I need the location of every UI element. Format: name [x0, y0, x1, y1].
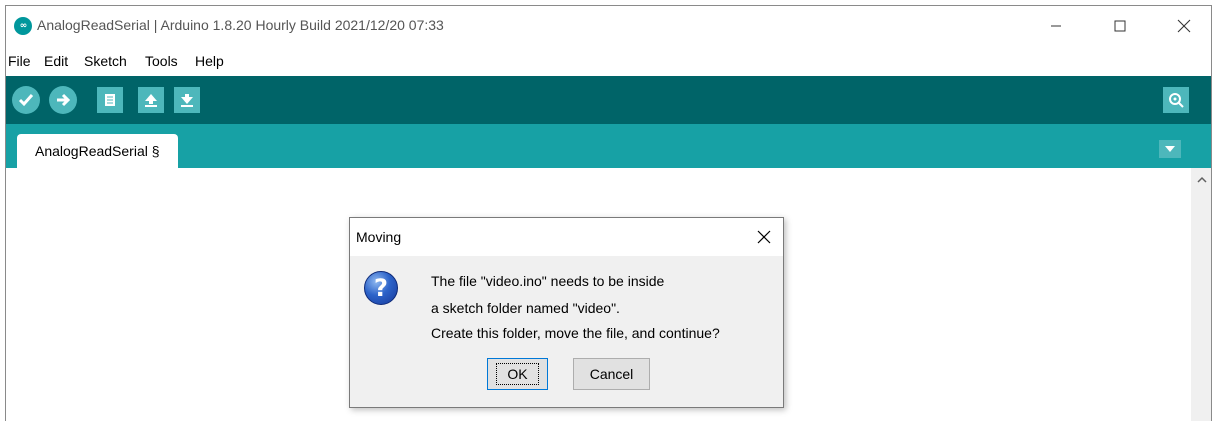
maximize-icon [1114, 20, 1126, 32]
minimize-icon [1051, 25, 1061, 27]
close-button[interactable] [1161, 6, 1207, 46]
ok-button[interactable]: OK [487, 358, 548, 390]
verify-button[interactable] [12, 86, 40, 114]
scroll-up-button[interactable] [1191, 172, 1211, 188]
new-sketch-button[interactable] [97, 87, 123, 113]
vertical-scrollbar[interactable] [1191, 168, 1211, 421]
tab-menu-button[interactable] [1159, 140, 1181, 158]
tab-analogreadserial[interactable]: AnalogReadSerial § [17, 134, 178, 168]
new-icon [105, 94, 115, 106]
dialog-title-bar[interactable]: Moving [350, 218, 783, 256]
open-icon [145, 94, 157, 107]
upload-icon [57, 93, 71, 107]
close-icon [757, 230, 771, 244]
arduino-logo-icon: ∞ [14, 17, 32, 35]
verify-icon [18, 94, 34, 107]
title-bar[interactable]: ∞ AnalogReadSerial | Arduino 1.8.20 Hour… [6, 6, 1211, 46]
minimize-button[interactable] [1033, 6, 1079, 46]
close-icon [1177, 19, 1191, 33]
maximize-button[interactable] [1097, 6, 1143, 46]
tab-bar: AnalogReadSerial § [6, 124, 1211, 168]
cancel-button[interactable]: Cancel [573, 358, 650, 390]
menu-file[interactable]: File [8, 53, 31, 69]
save-sketch-button[interactable] [174, 87, 200, 113]
ok-button-label: OK [496, 363, 539, 385]
serial-monitor-icon [1169, 93, 1184, 108]
moving-dialog: Moving ? The file "video.ino" needs to b… [349, 217, 784, 408]
chevron-down-icon [1165, 146, 1175, 152]
menu-bar: File Edit Sketch Tools Help [6, 46, 1211, 76]
menu-tools[interactable]: Tools [145, 53, 178, 69]
upload-button[interactable] [49, 86, 77, 114]
chevron-up-icon [1197, 176, 1207, 183]
dialog-title: Moving [356, 229, 402, 245]
dialog-close-button[interactable] [746, 222, 782, 252]
dialog-message-line-2: a sketch folder named "video". [431, 300, 620, 316]
dialog-message-line-3: Create this folder, move the file, and c… [431, 325, 720, 341]
open-sketch-button[interactable] [138, 87, 164, 113]
menu-edit[interactable]: Edit [44, 53, 68, 69]
question-icon: ? [364, 271, 398, 305]
menu-help[interactable]: Help [195, 53, 224, 69]
menu-sketch[interactable]: Sketch [84, 53, 127, 69]
serial-monitor-button[interactable] [1163, 87, 1189, 113]
window-title: AnalogReadSerial | Arduino 1.8.20 Hourly… [37, 17, 444, 33]
save-icon [181, 94, 193, 107]
dialog-message-line-1: The file "video.ino" needs to be inside [431, 273, 665, 289]
toolbar [6, 76, 1211, 124]
